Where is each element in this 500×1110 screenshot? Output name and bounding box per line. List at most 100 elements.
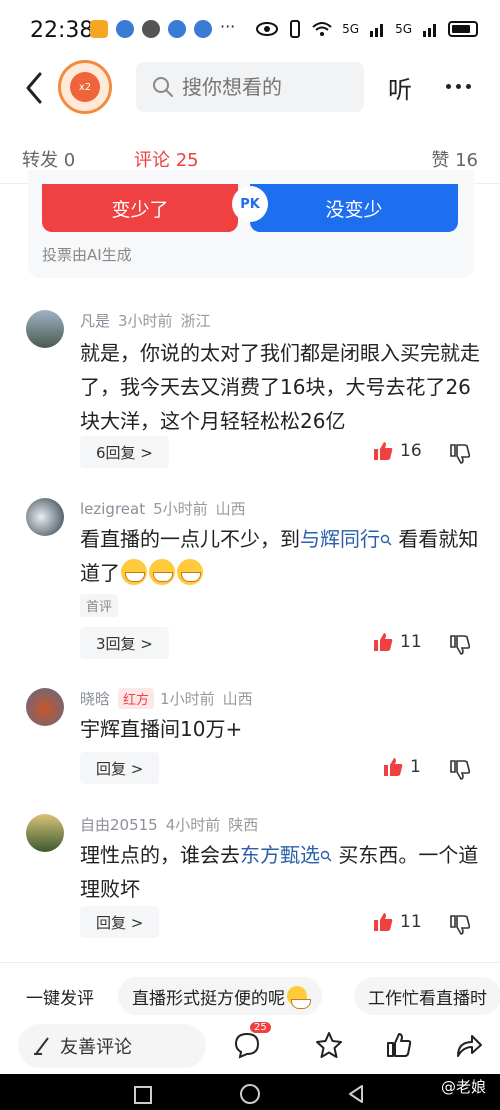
vote-option-less[interactable]: 变少了 <box>42 184 238 232</box>
nav-back-button[interactable] <box>346 1084 366 1104</box>
comment-time: 1小时前 <box>160 690 215 708</box>
account-logo[interactable]: x2 <box>58 60 112 114</box>
comment-time: 4小时前 <box>165 816 221 834</box>
pk-badge: PK <box>232 186 268 222</box>
logo-badge: x2 <box>70 72 100 102</box>
more-notifications-icon: ··· <box>220 17 236 36</box>
write-comment-input[interactable]: 友善评论 <box>18 1024 206 1068</box>
quick-reply-label: 直播形式挺方便的呢 <box>132 988 285 1009</box>
search-link-label[interactable]: 东方甄选 <box>240 843 320 867</box>
avatar[interactable] <box>26 688 64 726</box>
grin-emoji-icon <box>287 986 311 1009</box>
star-icon[interactable] <box>314 1030 344 1060</box>
search-bar[interactable] <box>136 62 364 112</box>
comment-icon[interactable] <box>232 1030 262 1060</box>
tab-comment[interactable]: 评论 25 <box>134 146 199 172</box>
comment-region: 山西 <box>222 690 253 708</box>
reply-button[interactable]: 回复 > <box>80 752 160 784</box>
comment-meta: 晓晗 红方 1小时前 山西 <box>80 688 253 709</box>
view-replies-button[interactable]: 6回复 > <box>80 436 169 468</box>
share-icon[interactable] <box>454 1030 484 1060</box>
like-count: 1 <box>410 757 421 777</box>
system-icons: 5G 5G <box>256 20 478 38</box>
search-icon <box>153 77 173 97</box>
comment-text: 理性点的，谁会去东方甄选 买东西。一个道理败坏 <box>80 838 480 906</box>
back-icon[interactable] <box>20 68 50 108</box>
vibrate-icon <box>290 20 301 38</box>
app-notification-icon <box>90 20 108 38</box>
comment-meta: 自由20515 4小时前 陕西 <box>80 814 258 835</box>
dislike-icon[interactable] <box>448 758 472 782</box>
pen-icon <box>34 1037 49 1055</box>
red-side-badge: 红方 <box>118 688 155 709</box>
commenter-name[interactable]: lezigreat <box>80 500 145 518</box>
comment-count-badge: 25 <box>250 1022 271 1033</box>
watermark-text: @老娘 <box>440 1078 486 1096</box>
search-input[interactable] <box>182 75 352 99</box>
like-icon[interactable] <box>372 911 394 933</box>
wechat-icon <box>142 20 160 38</box>
commenter-name[interactable]: 凡是 <box>80 312 110 330</box>
home-button[interactable] <box>240 1084 260 1104</box>
signal-5g-label: 5G <box>395 22 412 36</box>
tab-like[interactable]: 赞 16 <box>431 146 478 172</box>
avatar[interactable] <box>26 814 64 852</box>
search-link[interactable]: 与辉同行 <box>300 527 392 551</box>
avatar[interactable] <box>26 498 64 536</box>
comment-meta: lezigreat 5小时前 山西 <box>80 498 246 519</box>
comment-region: 陕西 <box>228 816 259 834</box>
battery-icon <box>448 21 478 37</box>
comment-time: 5小时前 <box>153 500 208 518</box>
like-icon[interactable] <box>372 631 394 653</box>
signal-icon <box>423 24 436 37</box>
status-bar: 22:38 ··· 5G 5G <box>0 0 500 58</box>
quick-reply-chip[interactable]: 直播形式挺方便的呢 <box>118 977 322 1015</box>
search-link-label[interactable]: 与辉同行 <box>300 527 380 551</box>
status-time: 22:38 <box>30 18 94 43</box>
like-icon[interactable] <box>372 440 394 462</box>
search-link[interactable]: 东方甄选 <box>240 843 332 867</box>
reply-button[interactable]: 回复 > <box>80 906 160 938</box>
thumb-up-icon[interactable] <box>384 1030 414 1060</box>
comment-text: 宇辉直播间10万+ <box>80 717 243 741</box>
comment-meta: 凡是 3小时前 浙江 <box>80 310 211 331</box>
tab-forward[interactable]: 转发 0 <box>22 146 75 172</box>
app-notification-icon <box>194 20 212 38</box>
search-icon <box>380 534 392 546</box>
grin-emoji-icon <box>149 559 175 585</box>
grin-emoji-icon <box>121 559 147 585</box>
watermark: @老娘 <box>441 1076 486 1097</box>
comment-text: 看直播的一点儿不少，到与辉同行 看看就知道了 <box>80 522 480 590</box>
first-comment-tag: 首评 <box>80 594 119 617</box>
comment-region: 浙江 <box>180 312 211 330</box>
commenter-name[interactable]: 自由20515 <box>80 816 158 834</box>
search-icon <box>320 850 332 862</box>
one-click-comment-button[interactable]: 一键发评 <box>14 977 106 1015</box>
avatar[interactable] <box>26 310 64 348</box>
quick-reply-chip[interactable]: 工作忙看直播时 <box>354 977 500 1015</box>
commenter-name[interactable]: 晓晗 <box>80 690 110 708</box>
dislike-icon[interactable] <box>448 913 472 937</box>
signal-icon <box>370 24 384 37</box>
grin-emoji-icon <box>177 559 203 585</box>
like-count: 11 <box>400 912 422 932</box>
system-nav-bar <box>0 1074 500 1110</box>
recents-button[interactable] <box>134 1086 152 1104</box>
signal-5g-label: 5G <box>342 22 360 36</box>
vote-note: 投票由AI生成 <box>42 246 132 264</box>
view-replies-button[interactable]: 3回复 > <box>80 627 169 659</box>
app-notification-icon <box>116 20 134 38</box>
like-count: 16 <box>400 441 422 461</box>
vote-option-not-less[interactable]: 没变少 <box>250 184 458 232</box>
comment-time: 3小时前 <box>118 312 173 330</box>
app-notification-icon <box>168 20 186 38</box>
comment-text-part: 理性点的，谁会去 <box>80 843 240 867</box>
write-comment-placeholder: 友善评论 <box>60 1037 132 1058</box>
dislike-icon[interactable] <box>448 633 472 657</box>
notification-icons: ··· <box>90 17 236 38</box>
more-options-icon[interactable] <box>446 84 471 89</box>
comment-text-part: 看直播的一点儿不少，到 <box>80 527 300 551</box>
listen-button[interactable]: 听 <box>388 70 412 105</box>
like-icon[interactable] <box>382 756 404 778</box>
dislike-icon[interactable] <box>448 442 472 466</box>
